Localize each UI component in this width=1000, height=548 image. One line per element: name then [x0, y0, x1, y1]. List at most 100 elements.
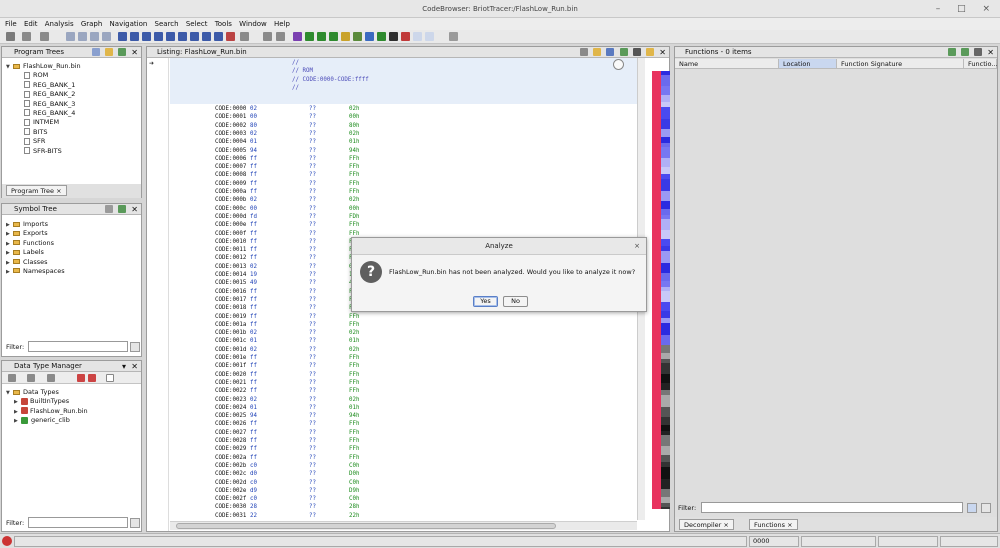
close-icon[interactable]: ✕ — [131, 48, 138, 57]
close-icon[interactable]: ✕ — [987, 48, 994, 57]
menu-tools[interactable]: Tools — [215, 18, 232, 30]
back-icon[interactable] — [8, 374, 16, 382]
collapse-all-icon[interactable] — [106, 374, 114, 382]
next-data-icon[interactable] — [130, 32, 139, 41]
copy-icon[interactable] — [579, 48, 588, 56]
symbol-item[interactable]: ▶ Imports — [6, 220, 65, 229]
register-icon[interactable] — [341, 32, 350, 41]
save-icon[interactable] — [6, 32, 15, 41]
filter-settings-icon[interactable] — [981, 503, 991, 513]
next-error-icon[interactable] — [226, 32, 235, 41]
close-icon[interactable]: × — [787, 521, 792, 529]
menu-select[interactable]: Select — [186, 18, 208, 30]
function-graph-icon[interactable] — [353, 32, 362, 41]
tab-decompiler[interactable]: Decompiler × — [679, 519, 734, 530]
snapshot-icon[interactable] — [619, 48, 628, 56]
datatype-filter-input[interactable] — [28, 517, 128, 528]
field-editor-icon[interactable] — [606, 48, 615, 56]
next-instr-not-function-icon[interactable] — [178, 32, 187, 41]
archive-item[interactable]: ▶ FlashLow_Run.bin — [6, 407, 88, 416]
next-label-icon[interactable] — [154, 32, 163, 41]
column-function-extra[interactable]: Functio... — [964, 59, 998, 69]
print-icon[interactable] — [632, 48, 641, 56]
memory-map-icon[interactable] — [329, 32, 338, 41]
bookmark-icon[interactable] — [401, 32, 410, 41]
menu-help[interactable]: Help — [274, 18, 290, 30]
menu-navigation[interactable]: Navigation — [110, 18, 148, 30]
column-name[interactable]: Name — [675, 59, 779, 69]
forward-icon[interactable] — [40, 32, 49, 41]
column-function-signature[interactable]: Function Signature — [837, 59, 964, 69]
tree-options-icon[interactable] — [118, 48, 127, 56]
nav-icon-4[interactable] — [102, 32, 111, 41]
new-tree-icon[interactable] — [91, 48, 100, 56]
close-icon[interactable]: ✕ — [659, 48, 666, 57]
listing-options-icon[interactable] — [646, 48, 655, 56]
error-status-icon[interactable] — [2, 536, 12, 546]
scroll-lock-icon[interactable] — [613, 59, 624, 70]
menu-file[interactable]: File — [5, 18, 17, 30]
check-icon[interactable] — [293, 32, 302, 41]
tree-item[interactable]: REG_BANK_3 — [6, 100, 81, 109]
menu-graph[interactable]: Graph — [81, 18, 102, 30]
functions-filter-input[interactable] — [701, 502, 963, 513]
close-icon[interactable]: × — [56, 187, 61, 195]
tree-item[interactable]: BITS — [6, 128, 81, 137]
data-types-root[interactable]: ▼ Data Types — [6, 388, 88, 397]
expanded-icon[interactable]: ▼ — [6, 389, 13, 398]
help-icon[interactable] — [449, 32, 458, 41]
expanded-icon[interactable]: ▼ — [6, 63, 13, 72]
symbol-options-icon[interactable] — [118, 205, 127, 213]
maximize-icon[interactable] — [974, 48, 983, 56]
panel-menu-icon[interactable]: ▾ — [122, 362, 126, 371]
tree-root[interactable]: ▼ FlashLow_Run.bin — [6, 62, 81, 71]
minimize-button[interactable]: – — [936, 4, 941, 14]
nav-icon-1[interactable] — [66, 32, 75, 41]
open-tree-icon[interactable] — [104, 48, 113, 56]
filter-options-icon[interactable] — [130, 518, 140, 528]
symbol-filter-input[interactable] — [28, 341, 128, 352]
menu-window[interactable]: Window — [239, 18, 267, 30]
menu-analysis[interactable]: Analysis — [45, 18, 74, 30]
nav-history-icon[interactable] — [240, 32, 249, 41]
nav-icon-3[interactable] — [90, 32, 99, 41]
filter-options-icon[interactable] — [130, 342, 140, 352]
filter-options-icon[interactable] — [967, 503, 977, 513]
functions-refresh-icon[interactable] — [947, 48, 956, 56]
next-value-icon[interactable] — [190, 32, 199, 41]
options-icon[interactable] — [47, 374, 55, 382]
close-window-button[interactable]: × — [982, 4, 990, 14]
symbol-table-icon[interactable] — [104, 205, 113, 213]
redo-icon[interactable] — [276, 32, 285, 41]
symbol-item[interactable]: ▶ Namespaces — [6, 267, 65, 276]
run-icon[interactable] — [377, 32, 386, 41]
listing-hscrollbar[interactable] — [170, 521, 637, 530]
next-undefined-icon[interactable] — [142, 32, 151, 41]
debug-icon[interactable] — [389, 32, 398, 41]
no-button[interactable]: No — [503, 296, 528, 307]
snapshot-icon[interactable] — [413, 32, 422, 41]
collapsed-icon[interactable]: ▶ — [14, 417, 21, 426]
bytes-icon[interactable] — [317, 32, 326, 41]
tree-item[interactable]: SFR — [6, 137, 81, 146]
undo-icon[interactable] — [263, 32, 272, 41]
close-icon[interactable]: ✕ — [131, 205, 138, 214]
filter-arrays-icon[interactable] — [77, 374, 85, 382]
tab-program-tree[interactable]: Program Tree × — [6, 185, 67, 196]
tree-item[interactable]: REG_BANK_1 — [6, 81, 81, 90]
entropy-strip[interactable] — [661, 71, 670, 509]
symbol-item[interactable]: ▶ Exports — [6, 229, 65, 238]
script-icon[interactable] — [305, 32, 314, 41]
next-instruction-icon[interactable] — [118, 32, 127, 41]
nav-icon-2[interactable] — [78, 32, 87, 41]
maximize-button[interactable]: □ — [957, 4, 966, 14]
tree-item[interactable]: REG_BANK_4 — [6, 109, 81, 118]
window-icon[interactable] — [425, 32, 434, 41]
tree-item[interactable]: ROM — [6, 71, 81, 80]
filter-pointers-icon[interactable] — [88, 374, 96, 382]
symbol-item[interactable]: ▶ Classes — [6, 258, 65, 267]
functions-options-icon[interactable] — [960, 48, 969, 56]
back-icon[interactable] — [22, 32, 31, 41]
tab-functions[interactable]: Functions × — [749, 519, 798, 530]
yes-button[interactable]: Yes — [473, 296, 498, 307]
